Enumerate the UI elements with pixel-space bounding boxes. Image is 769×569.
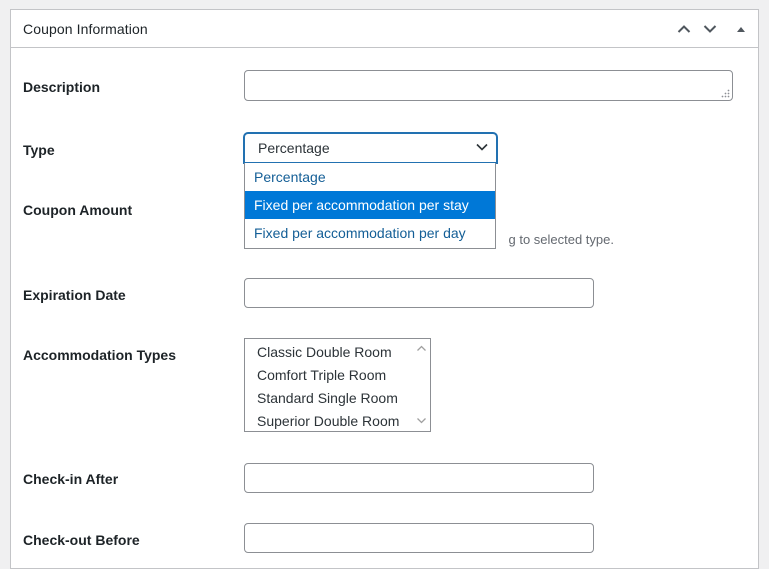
accommodation-types-listbox[interactable]: Classic Double Room Comfort Triple Room … (244, 338, 431, 432)
coupon-information-metabox: Coupon Information Description Type Perc… (10, 9, 759, 569)
list-item[interactable]: Classic Double Room (257, 344, 392, 360)
resize-grip-icon[interactable] (721, 89, 730, 98)
check-out-before-field[interactable] (244, 523, 594, 553)
check-in-after-label: Check-in After (23, 471, 119, 487)
list-item[interactable]: Comfort Triple Room (257, 367, 386, 383)
triangle-up-icon (737, 27, 745, 32)
move-down-button[interactable] (699, 18, 721, 40)
description-label: Description (23, 79, 101, 95)
list-item[interactable]: Superior Double Room (257, 413, 399, 429)
move-up-button[interactable] (673, 18, 695, 40)
metabox-title: Coupon Information (23, 21, 148, 37)
description-field[interactable] (245, 71, 732, 100)
metabox-header: Coupon Information (11, 10, 758, 48)
listbox-scrollbar[interactable] (413, 339, 430, 431)
type-select-value: Percentage (258, 140, 330, 156)
check-in-after-field[interactable] (244, 463, 594, 493)
scroll-down-icon[interactable] (416, 415, 427, 426)
chevron-down-icon (476, 143, 488, 151)
expiration-date-label: Expiration Date (23, 287, 126, 303)
coupon-amount-label: Coupon Amount (23, 202, 133, 218)
list-item[interactable]: Standard Single Room (257, 390, 398, 406)
chevron-up-icon (677, 25, 691, 33)
type-option-percentage[interactable]: Percentage (245, 163, 495, 191)
toggle-panel-button[interactable] (730, 18, 752, 40)
type-select[interactable]: Percentage (244, 133, 497, 163)
description-field-wrap (244, 70, 733, 101)
scroll-up-icon[interactable] (416, 343, 427, 354)
type-dropdown-list: Percentage Fixed per accommodation per s… (244, 163, 496, 249)
expiration-date-field[interactable] (244, 278, 594, 308)
type-option-fixed-per-stay[interactable]: Fixed per accommodation per stay (245, 191, 495, 219)
chevron-down-icon (703, 25, 717, 33)
type-label: Type (23, 142, 55, 158)
accommodation-types-label: Accommodation Types (23, 347, 176, 363)
check-out-before-label: Check-out Before (23, 532, 140, 548)
type-option-fixed-per-day[interactable]: Fixed per accommodation per day (245, 219, 495, 247)
